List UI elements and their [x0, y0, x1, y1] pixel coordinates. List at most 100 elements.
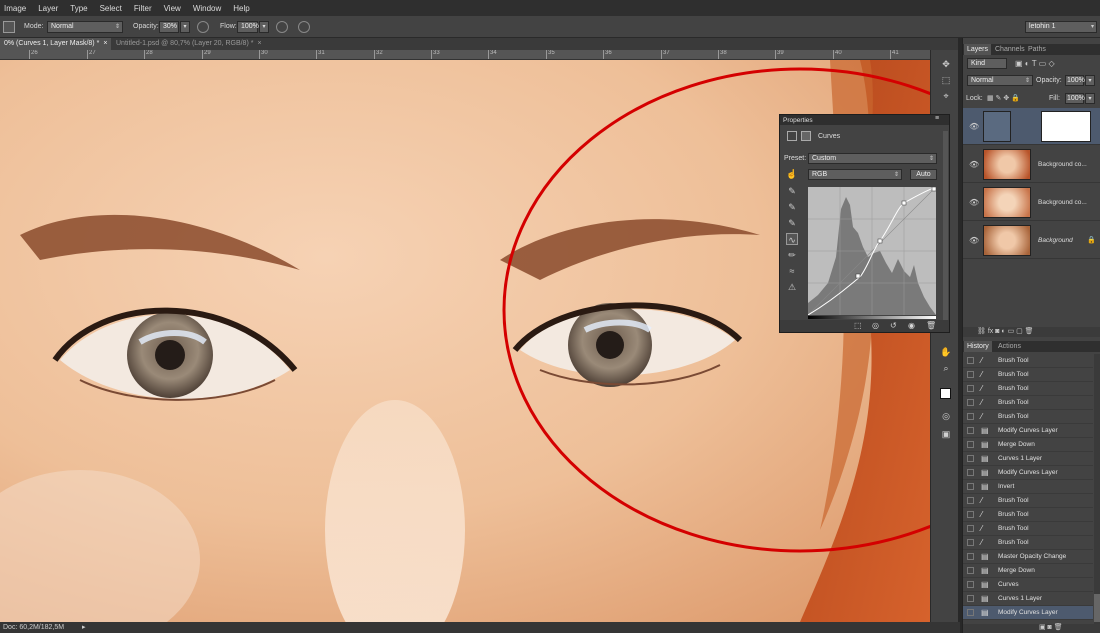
tab-untitled-document[interactable]: Untitled-1.psd @ 80,7% (Layer 20, RGB/8)… — [112, 38, 266, 50]
history-item[interactable]: ▤ Invert — [963, 480, 1093, 494]
quick-mask-icon[interactable]: ◎ — [940, 410, 952, 422]
layer-row-background-copy-1[interactable]: 👁 Background co... — [963, 146, 1100, 183]
layer-opacity-label: Opacity: — [1036, 77, 1062, 84]
history-footer-icons[interactable]: ▣ ◙ 🗑 — [1039, 623, 1063, 631]
move-tool-icon[interactable]: ✥ — [940, 58, 952, 70]
layer-opacity-field[interactable]: 100% — [1065, 75, 1085, 86]
layer-mask-thumbnail[interactable] — [1041, 111, 1091, 142]
history-item[interactable]: ▤ Curves 1 Layer — [963, 592, 1093, 606]
on-image-adjust-icon[interactable]: ☝ — [786, 168, 798, 180]
pressure-size-icon[interactable] — [298, 21, 310, 33]
eye-icon[interactable]: 👁 — [969, 122, 979, 131]
eye-icon[interactable]: 👁 — [969, 160, 979, 169]
history-item[interactable]: ⁄ Brush Tool — [963, 522, 1093, 536]
layers-footer-icons[interactable]: ⛓ fx ◙ ◐ ▭ ▢ 🗑 — [977, 327, 1034, 335]
tab-layers[interactable]: Layers — [964, 44, 992, 55]
screen-mode-icon[interactable]: ▣ — [940, 428, 952, 440]
close-icon[interactable]: × — [103, 40, 107, 47]
history-item[interactable]: ▤ Curves — [963, 578, 1093, 592]
history-item[interactable]: ⁄ Brush Tool — [963, 494, 1093, 508]
panel-scrollbar[interactable] — [943, 131, 948, 321]
mode-dropdown[interactable]: Normal ⇕ — [47, 21, 123, 33]
menu-layer[interactable]: Layer — [38, 4, 58, 13]
tab-curves-document[interactable]: 0% (Curves 1, Layer Mask/8) * × — [0, 38, 112, 50]
history-item[interactable]: ▤ Merge Down — [963, 438, 1093, 452]
airbrush-icon[interactable] — [276, 21, 288, 33]
reset-icon[interactable]: ↺ — [890, 321, 897, 330]
channel-dropdown[interactable]: RGB ⇕ — [808, 169, 902, 180]
history-item[interactable]: ⁄ Brush Tool — [963, 410, 1093, 424]
auto-button[interactable]: Auto — [910, 169, 937, 180]
history-item[interactable]: ⁄ Brush Tool — [963, 382, 1093, 396]
layer-opacity-dropdown[interactable]: ▾ — [1085, 75, 1095, 86]
preset-dropdown[interactable]: Custom ⇕ — [808, 153, 937, 164]
fill-field[interactable]: 100% — [1065, 93, 1085, 104]
opacity-dropdown-button[interactable]: ▾ — [180, 21, 190, 33]
pressure-opacity-icon[interactable] — [197, 21, 209, 33]
visibility-icon[interactable]: ◉ — [908, 321, 915, 330]
history-item[interactable]: ▤ Modify Curves Layer — [963, 466, 1093, 480]
pencil-curve-icon[interactable]: ✏ — [786, 249, 798, 261]
layer-row-background-copy-2[interactable]: 👁 Background co... — [963, 184, 1100, 221]
chevron-down-icon: ⇕ — [893, 172, 899, 178]
history-item[interactable]: ⁄ Brush Tool — [963, 508, 1093, 522]
clip-to-layer-icon[interactable]: ⬚ — [854, 321, 862, 330]
layer-row-curves[interactable]: 👁 — [963, 108, 1100, 145]
history-item[interactable]: ▤ Modify Curves Layer — [963, 424, 1093, 438]
workspace-dropdown[interactable]: letohin 1 ▾ — [1025, 21, 1097, 33]
filter-kind-dropdown[interactable]: Kind — [967, 58, 1007, 69]
close-icon[interactable]: × — [257, 40, 261, 47]
document-icon: ▤ — [981, 608, 989, 617]
foreground-color-swatch[interactable] — [940, 388, 951, 399]
trash-icon[interactable]: 🗑 — [926, 321, 936, 330]
curve-points-icon[interactable]: ∿ — [786, 233, 798, 245]
lasso-tool-icon[interactable]: ⌖ — [940, 90, 952, 102]
flow-field[interactable]: 100% — [237, 21, 259, 33]
tab-channels[interactable]: Channels — [992, 44, 1028, 55]
view-previous-icon[interactable]: ◎ — [872, 321, 879, 330]
panel-menu-icon[interactable]: ≡ — [935, 115, 939, 122]
layer-row-background[interactable]: 👁 Background 🔒 — [963, 222, 1100, 259]
history-item[interactable]: ▤ Master Opacity Change — [963, 550, 1093, 564]
tab-actions[interactable]: Actions — [995, 341, 1024, 352]
fill-dropdown[interactable]: ▾ — [1085, 93, 1095, 104]
flow-dropdown-button[interactable]: ▾ — [259, 21, 269, 33]
tab-history[interactable]: History — [964, 341, 992, 352]
blend-mode-dropdown[interactable]: Normal ⇕ — [967, 75, 1033, 86]
menu-type[interactable]: Type — [70, 4, 87, 13]
curves-graph[interactable] — [808, 187, 936, 315]
menu-image[interactable]: Image — [4, 4, 26, 13]
brush-preset-icon[interactable] — [3, 21, 15, 33]
gray-point-eyedropper-icon[interactable]: ✎ — [786, 201, 798, 213]
zoom-tool-icon[interactable]: ⌕ — [940, 362, 952, 374]
history-item-selected[interactable]: ▤ Modify Curves Layer — [963, 606, 1093, 620]
history-item[interactable]: ⁄ Brush Tool — [963, 368, 1093, 382]
history-item[interactable]: ▤ Merge Down — [963, 564, 1093, 578]
status-menu-arrow-icon[interactable]: ▸ — [82, 622, 86, 633]
history-item[interactable]: ⁄ Brush Tool — [963, 396, 1093, 410]
history-scrollbar[interactable] — [1094, 354, 1100, 624]
filter-icons[interactable]: ▣ ◐ T ▭ ◇ — [1015, 59, 1055, 68]
marquee-tool-icon[interactable]: ⬚ — [940, 74, 952, 86]
tab-paths[interactable]: Paths — [1025, 44, 1049, 55]
hand-tool-icon[interactable]: ✋ — [940, 346, 952, 358]
scrollbar-thumb[interactable] — [1094, 594, 1100, 622]
lock-icons[interactable]: ▦ ✎ ✥ 🔒 — [987, 94, 1020, 102]
white-point-eyedropper-icon[interactable]: ✎ — [786, 217, 798, 229]
menu-help[interactable]: Help — [233, 4, 249, 13]
clipping-warning-icon[interactable]: ⚠ — [786, 281, 798, 293]
black-point-eyedropper-icon[interactable]: ✎ — [786, 185, 798, 197]
eye-icon[interactable]: 👁 — [969, 198, 979, 207]
menu-filter[interactable]: Filter — [134, 4, 152, 13]
opacity-field[interactable]: 30% — [159, 21, 179, 33]
properties-title[interactable]: Properties — [783, 117, 813, 124]
history-item[interactable]: ⁄ Brush Tool — [963, 536, 1093, 550]
layer-mask-icon[interactable] — [801, 131, 811, 141]
history-item[interactable]: ▤ Curves 1 Layer — [963, 452, 1093, 466]
eye-icon[interactable]: 👁 — [969, 236, 979, 245]
menu-window[interactable]: Window — [193, 4, 221, 13]
smooth-curve-icon[interactable]: ≈ — [786, 265, 798, 277]
menu-select[interactable]: Select — [100, 4, 122, 13]
menu-view[interactable]: View — [164, 4, 181, 13]
history-item[interactable]: ⁄ Brush Tool — [963, 354, 1093, 368]
